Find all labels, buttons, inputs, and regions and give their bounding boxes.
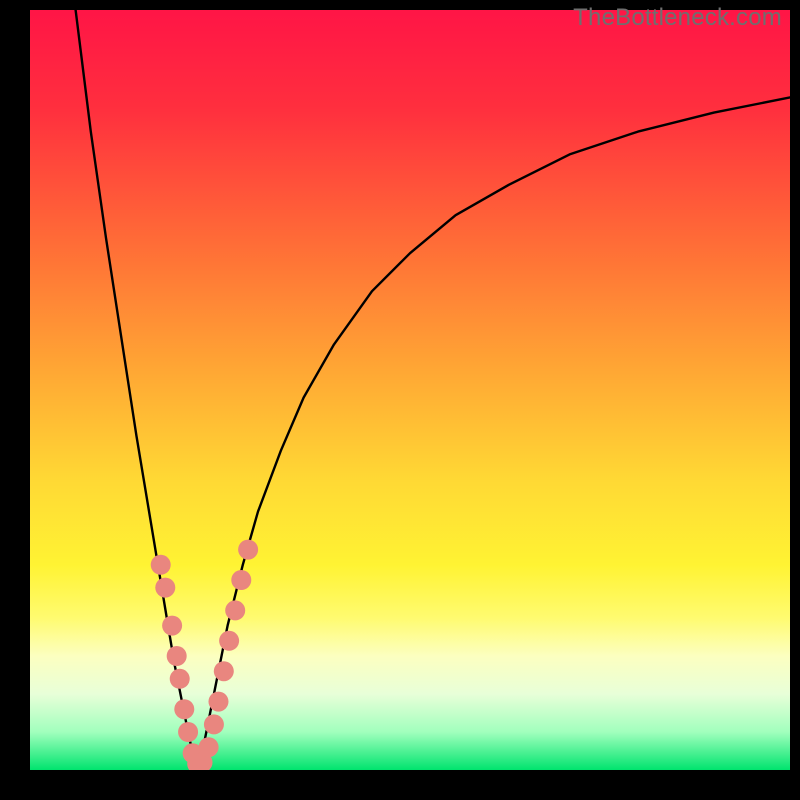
highlight-dot <box>155 578 175 598</box>
highlight-dot <box>225 600 245 620</box>
highlight-dot <box>238 540 258 560</box>
highlight-dot <box>170 669 190 689</box>
chart-frame: TheBottleneck.com <box>0 0 800 800</box>
highlight-dot <box>214 661 234 681</box>
gradient-background <box>30 10 790 770</box>
highlight-dot <box>151 555 171 575</box>
highlight-dot <box>167 646 187 666</box>
highlight-dot <box>199 737 219 757</box>
watermark-text: TheBottleneck.com <box>573 4 782 32</box>
highlight-dot <box>204 714 224 734</box>
highlight-dot <box>174 699 194 719</box>
highlight-dot <box>178 722 198 742</box>
highlight-dot <box>231 570 251 590</box>
highlight-dot <box>162 616 182 636</box>
chart-svg <box>30 10 790 770</box>
plot-area <box>30 10 790 770</box>
highlight-dot <box>208 692 228 712</box>
highlight-dot <box>219 631 239 651</box>
